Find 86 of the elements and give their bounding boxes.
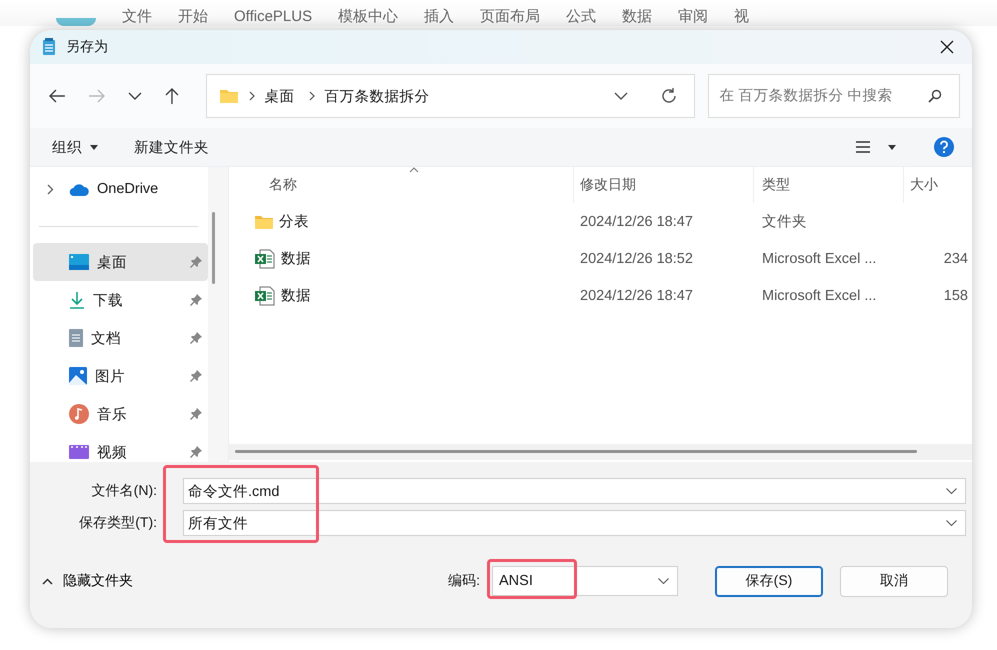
sidebar-item[interactable]: 视频 — [33, 433, 208, 462]
ribbon-tab[interactable]: 视 — [734, 8, 750, 26]
caret-icon[interactable] — [888, 144, 896, 150]
sidebar-item[interactable]: 文档 — [33, 319, 208, 357]
column-header[interactable]: 名称 — [229, 167, 574, 203]
ribbon-tab[interactable]: 开始 — [178, 8, 208, 26]
file-type-dropdown[interactable]: 所有文件 — [183, 510, 966, 536]
close-icon[interactable] — [940, 40, 954, 54]
file-type: 文件夹 — [762, 214, 807, 230]
field-label: 保存类型(T): — [78, 514, 158, 532]
chevron-right-icon — [248, 91, 255, 101]
column-header[interactable]: 大小 — [904, 167, 972, 203]
save-button[interactable]: 保存(S) — [715, 566, 823, 596]
sidebar-item[interactable]: 下载 — [33, 281, 208, 319]
encoding-dropdown[interactable]: ANSI — [492, 566, 678, 596]
chevron-up-icon — [42, 578, 53, 584]
picture-icon — [69, 367, 87, 385]
file-name[interactable]: 数据 — [281, 286, 311, 305]
ribbon-tab[interactable]: 审阅 — [678, 8, 708, 26]
window-title: 另存为 — [66, 38, 108, 56]
ribbon-tab[interactable]: 页面布局 — [480, 8, 540, 26]
up-icon[interactable] — [164, 87, 180, 105]
document-icon — [69, 329, 83, 347]
cloud-icon — [69, 182, 89, 196]
pin-icon[interactable] — [190, 332, 202, 344]
breadcrumb[interactable]: 桌面 — [264, 86, 295, 106]
address-bar[interactable]: 桌面 百万条数据拆分 — [206, 74, 696, 118]
chevron-down-icon[interactable] — [658, 578, 669, 584]
view-menu-icon[interactable] — [856, 141, 870, 153]
pin-icon[interactable] — [190, 256, 202, 268]
notepad-icon — [42, 38, 56, 56]
ribbon-tab[interactable]: 公式 — [566, 8, 596, 26]
music-icon — [69, 404, 89, 424]
chevron-down-icon[interactable] — [128, 92, 142, 100]
spreadsheet-icon — [255, 286, 275, 306]
help-icon[interactable] — [934, 137, 954, 157]
new-folder-button[interactable]: 新建文件夹 — [134, 134, 209, 160]
chevron-right-icon — [308, 91, 315, 101]
scrollbar-thumb[interactable] — [235, 450, 917, 453]
file-name[interactable]: 数据 — [281, 249, 311, 268]
sidebar-item[interactable]: 图片 — [33, 357, 208, 395]
file-type: Microsoft Excel ... — [762, 250, 876, 266]
folder-icon — [218, 88, 239, 104]
search-icon — [928, 89, 942, 103]
chevron-down-icon[interactable] — [946, 488, 957, 494]
sidebar-item[interactable]: 音乐 — [33, 395, 208, 433]
chevron-down-icon[interactable] — [614, 92, 628, 100]
column-header[interactable]: 修改日期 — [574, 167, 754, 203]
scrollbar-thumb[interactable] — [212, 212, 215, 284]
file-name[interactable]: 分表 — [279, 212, 309, 231]
modified-date: 2024/12/26 18:47 — [580, 288, 693, 304]
refresh-icon[interactable] — [660, 87, 678, 105]
file-name-field[interactable]: 命令文件.cmd — [183, 478, 966, 504]
video-icon — [69, 445, 89, 459]
ribbon-tab[interactable]: 数据 — [622, 8, 652, 26]
file-type: Microsoft Excel ... — [762, 288, 876, 304]
sidebar-item[interactable]: 桌面 — [33, 243, 208, 281]
pin-icon[interactable] — [190, 370, 202, 382]
search-field[interactable]: 在 百万条数据拆分 中搜索 — [708, 74, 960, 118]
pin-icon[interactable] — [190, 294, 202, 306]
file-size: 234 — [944, 250, 968, 266]
back-icon[interactable] — [48, 88, 66, 104]
chevron-right-icon[interactable] — [47, 184, 54, 194]
ribbon-tab[interactable]: 文件 — [122, 8, 152, 26]
modified-date: 2024/12/26 18:47 — [580, 214, 693, 230]
cancel-button[interactable]: 取消 — [840, 566, 948, 596]
desktop-icon — [69, 254, 89, 270]
sidebar-item[interactable]: OneDrive — [33, 170, 208, 208]
column-header[interactable]: 类型 — [754, 167, 904, 203]
pin-icon[interactable] — [190, 408, 202, 420]
organize-button[interactable]: 组织 — [52, 134, 98, 160]
ribbon-tab[interactable]: 模板中心 — [338, 8, 398, 26]
spreadsheet-icon — [255, 248, 275, 268]
chevron-down-icon[interactable] — [946, 520, 957, 526]
file-size: 158 — [944, 288, 968, 304]
pin-icon[interactable] — [190, 446, 202, 458]
ribbon-tab[interactable]: 插入 — [424, 8, 454, 26]
modified-date: 2024/12/26 18:52 — [580, 250, 693, 266]
encoding-label: 编码: — [448, 572, 480, 590]
caret-icon — [90, 144, 98, 150]
folder-icon — [255, 214, 273, 228]
download-icon — [69, 291, 85, 309]
breadcrumb[interactable]: 百万条数据拆分 — [324, 86, 430, 106]
ribbon-tab[interactable]: OfficePLUS — [234, 8, 312, 26]
hide-folders-button[interactable]: 隐藏文件夹 — [42, 572, 133, 590]
field-label: 文件名(N): — [90, 482, 158, 500]
